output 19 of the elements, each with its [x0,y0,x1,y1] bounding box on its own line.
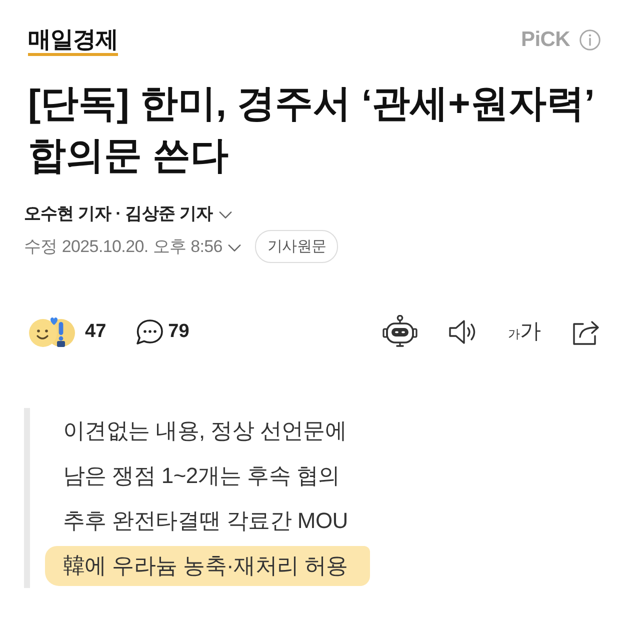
summary-line: 이견없는 내용, 정상 선언문에 [63,417,347,445]
original-article-link[interactable]: 기사원문 [255,230,338,263]
speaker-icon[interactable] [448,318,478,346]
summary-line: 추후 완전타결땐 각료간 MOU [63,507,348,535]
modified-date-dropdown[interactable]: 수정 2025.10.20. 오후 8:56 [24,235,242,258]
chevron-down-icon [228,244,242,252]
headline: [단독] 한미, 경주서 ‘관세+원자력’ 합의문 쓴다 [28,82,596,179]
publisher-logo[interactable]: 매일경제 [28,26,118,56]
font-size-button[interactable]: 가가 [508,321,541,342]
robot-icon[interactable] [382,315,418,348]
summary-line: 남은 쟁점 1~2개는 후속 협의 [63,462,340,490]
summary-line: 韓에 우라늄 농축·재처리 허용 [45,546,370,586]
authors-dropdown[interactable]: 오수현 기자 · 김상준 기자 [24,202,232,225]
reaction-button[interactable]: 47 [28,316,106,348]
comment-button[interactable]: 79 [134,318,190,346]
chevron-down-icon [218,211,232,219]
emoji-reaction-icon [28,316,76,348]
speech-bubble-icon [134,318,164,346]
pick-label: PiCK [521,28,570,52]
